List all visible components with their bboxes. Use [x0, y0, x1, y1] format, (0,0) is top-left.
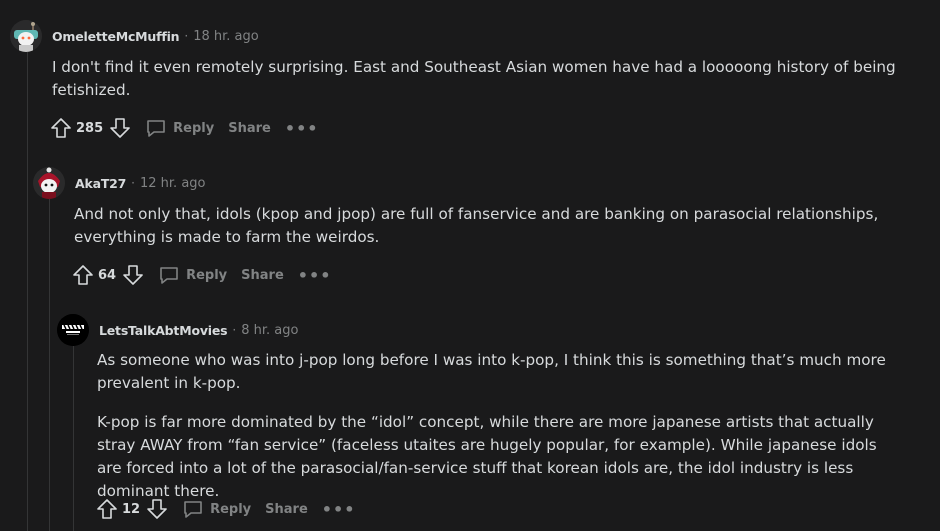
timestamp[interactable]: 12 hr. ago [140, 176, 206, 191]
thread-line[interactable] [49, 198, 50, 531]
upvote-button[interactable] [70, 262, 96, 288]
reply-button[interactable]: Reply [182, 498, 251, 520]
comment-header: OmeletteMcMuffin · 18 hr. ago [10, 19, 259, 53]
reply-button[interactable]: Reply [145, 117, 214, 139]
comment-header: AkaT27 · 12 hr. ago [33, 166, 206, 200]
comment-body: As someone who was into j-pop long befor… [97, 349, 902, 503]
comment-text: And not only that, idols (kpop and jpop)… [74, 205, 879, 246]
comment-text: I don't find it even remotely surprising… [52, 58, 896, 99]
more-options-button[interactable]: ••• [298, 266, 332, 285]
vote-count: 285 [76, 120, 104, 136]
thread-line[interactable] [73, 345, 74, 531]
downvote-button[interactable] [120, 262, 146, 288]
reply-button[interactable]: Reply [158, 264, 227, 286]
separator-dot: · [232, 323, 237, 337]
comment-bubble-icon [147, 120, 165, 137]
timestamp[interactable]: 8 hr. ago [241, 323, 298, 338]
share-button[interactable]: Share [228, 121, 271, 136]
timestamp[interactable]: 18 hr. ago [193, 29, 259, 44]
downvote-icon [147, 499, 167, 519]
vote-count: 64 [98, 267, 117, 283]
reply-label: Reply [173, 120, 215, 136]
upvote-icon [51, 118, 71, 138]
more-options-button[interactable]: ••• [322, 500, 356, 519]
upvote-icon [73, 265, 93, 285]
comment-actions: 12 Reply Share ••• [94, 496, 355, 522]
comment-header: LetsTalkAbtMovies · 8 hr. ago [57, 313, 298, 347]
comment-actions: 64 Reply Share ••• [70, 262, 331, 288]
username[interactable]: LetsTalkAbtMovies [99, 323, 228, 338]
separator-dot: · [131, 176, 135, 190]
comment-actions: 285 Reply Share ••• [48, 115, 319, 141]
upvote-icon [97, 499, 117, 519]
avatar[interactable] [33, 167, 65, 199]
comment-body: I don't find it even remotely surprising… [52, 56, 912, 102]
more-options-button[interactable]: ••• [285, 119, 319, 138]
comment-body: And not only that, idols (kpop and jpop)… [74, 203, 919, 249]
vote-count: 12 [122, 501, 141, 517]
share-button[interactable]: Share [265, 502, 308, 517]
comment-bubble-icon [184, 501, 202, 518]
upvote-button[interactable] [94, 496, 120, 522]
separator-dot: · [184, 29, 189, 43]
avatar[interactable] [57, 314, 89, 346]
clapperboard-avatar-icon [57, 314, 89, 346]
downvote-icon [110, 118, 130, 138]
avatar[interactable] [10, 20, 42, 52]
reply-label: Reply [186, 267, 228, 283]
comment-text: As someone who was into j-pop long befor… [97, 351, 886, 392]
downvote-icon [123, 265, 143, 285]
downvote-button[interactable] [107, 115, 133, 141]
username[interactable]: AkaT27 [75, 176, 126, 191]
upvote-button[interactable] [48, 115, 74, 141]
comment-bubble-icon [160, 267, 178, 284]
downvote-button[interactable] [144, 496, 170, 522]
reply-label: Reply [210, 501, 252, 517]
thread-line[interactable] [27, 52, 28, 531]
username[interactable]: OmeletteMcMuffin [52, 29, 180, 44]
snoo-avatar-red-icon [33, 167, 65, 199]
share-button[interactable]: Share [241, 268, 284, 283]
snoo-avatar-teal-icon [10, 20, 42, 52]
comment-text: K-pop is far more dominated by the “idol… [97, 413, 877, 500]
